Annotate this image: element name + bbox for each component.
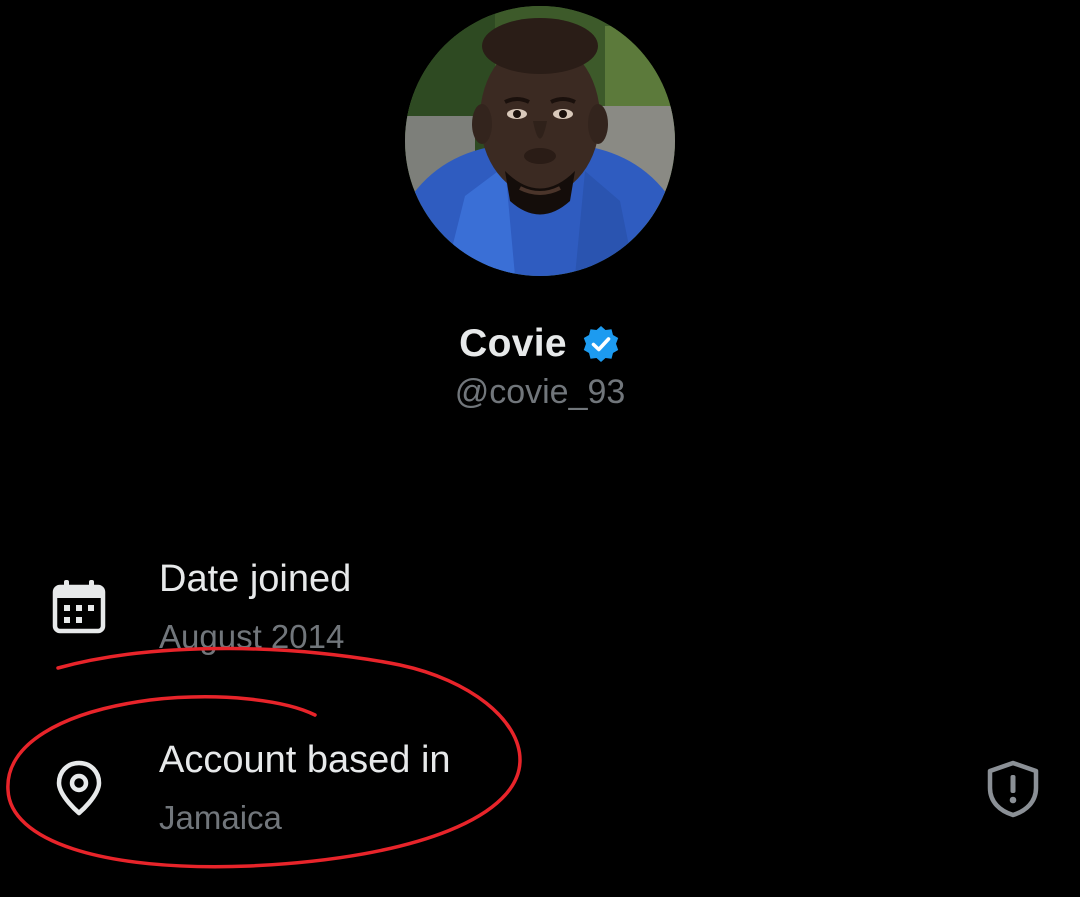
- avatar[interactable]: [405, 6, 675, 276]
- account-location-value: Jamaica: [159, 799, 282, 836]
- account-location-row: Account based in Jamaica: [0, 733, 1080, 853]
- date-joined-label: Date joined: [159, 558, 352, 600]
- profile-name-row: Covie: [0, 322, 1080, 366]
- avatar-photo: [405, 6, 675, 276]
- location-pin-icon: [50, 759, 108, 817]
- date-joined-value: August 2014: [159, 618, 345, 655]
- display-name[interactable]: Covie: [459, 322, 567, 366]
- shield-alert-icon[interactable]: [984, 760, 1042, 818]
- account-based-in-label: Account based in: [159, 739, 451, 781]
- date-joined-row: Date joined August 2014: [0, 552, 1080, 672]
- verified-badge-icon[interactable]: [581, 324, 621, 364]
- calendar-icon: [50, 578, 108, 636]
- user-handle: @covie_93: [454, 373, 626, 411]
